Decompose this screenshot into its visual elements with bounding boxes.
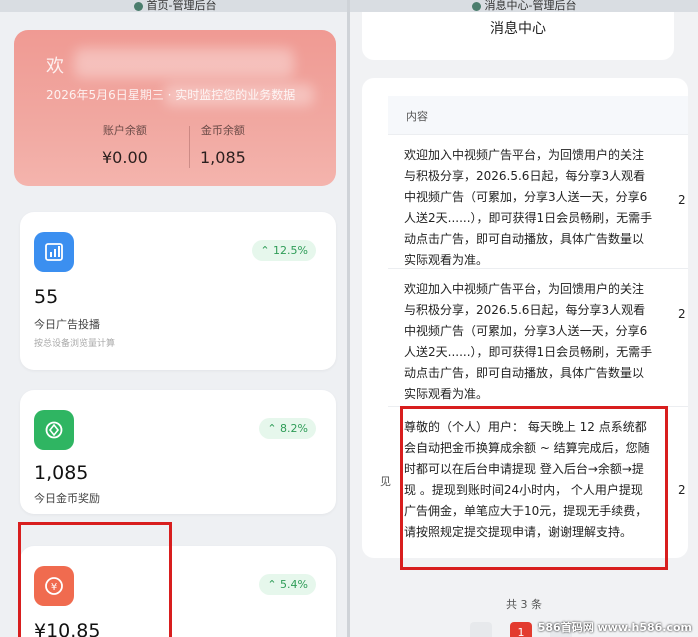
prev-page-button[interactable] bbox=[470, 622, 492, 637]
column-content: 内容 bbox=[406, 110, 428, 123]
highlight-box bbox=[400, 406, 668, 570]
message-center-panel: 消息中心 消息中心-管理后台 内容 欢迎加入中视频广告平台，为回馈用户的关注与积… bbox=[350, 0, 698, 637]
account-balance-label: 账户余额 bbox=[102, 124, 147, 137]
stat-divider bbox=[189, 126, 190, 168]
dashboard-panel: 首页-管理后台 欢 2026年5月6日星期三 · 实时监控您的业务数据 账户余额… bbox=[0, 0, 350, 637]
window-title: 消息中心-管理后台 bbox=[484, 0, 577, 12]
row-number: 2 bbox=[678, 307, 686, 321]
window-title: 首页-管理后台 bbox=[146, 0, 217, 12]
change-value: 5.4% bbox=[280, 578, 308, 591]
coin-balance-value: 1,085 bbox=[200, 148, 246, 167]
lock-icon bbox=[133, 1, 143, 11]
coin-balance-label: 金币余额 bbox=[200, 124, 245, 137]
row-number: 2 bbox=[678, 483, 686, 497]
account-balance-value: ¥0.00 bbox=[102, 148, 148, 167]
highlight-box bbox=[18, 522, 172, 637]
change-badge: ⌃ 8.2% bbox=[259, 418, 316, 439]
row-number: 2 bbox=[678, 193, 686, 207]
ad-plays-value: 55 bbox=[34, 286, 59, 308]
table-row[interactable]: 欢迎加入中视频广告平台，为回馈用户的关注与积极分享，2026.5.6日起，每分享… bbox=[388, 268, 688, 407]
ad-plays-subcaption: 按总设备浏览量计算 bbox=[34, 339, 116, 349]
bar-chart-icon bbox=[34, 232, 74, 272]
ad-plays-caption: 今日广告投播 bbox=[34, 318, 100, 331]
ad-plays-card[interactable]: ⌃ 12.5% 55 今日广告投播 按总设备浏览量计算 bbox=[20, 212, 336, 370]
change-value: 12.5% bbox=[273, 244, 308, 257]
coin-target-icon bbox=[34, 410, 74, 450]
change-value: 8.2% bbox=[280, 422, 308, 435]
account-balance-stat: 账户余额 ¥0.00 bbox=[102, 122, 148, 167]
coin-balance-stat: 金币余额 1,085 bbox=[200, 122, 246, 167]
row-edge-text: 见 bbox=[380, 475, 391, 488]
total-count: 共 3 条 bbox=[506, 598, 542, 611]
window-titlebar: 首页-管理后台 bbox=[0, 0, 350, 12]
table-row[interactable]: 欢迎加入中视频广告平台，为回馈用户的关注与积极分享，2026.5.6日起，每分享… bbox=[388, 134, 688, 269]
greeting-text: 欢 bbox=[46, 56, 64, 77]
message-content: 欢迎加入中视频广告平台，为回馈用户的关注与积极分享，2026.5.6日起，每分享… bbox=[404, 148, 653, 267]
coin-reward-value: 1,085 bbox=[34, 462, 89, 484]
change-badge: ⌃ 5.4% bbox=[259, 574, 316, 595]
page-1-button[interactable]: 1 bbox=[510, 622, 532, 637]
message-content: 欢迎加入中视频广告平台，为回馈用户的关注与积极分享，2026.5.6日起，每分享… bbox=[404, 282, 653, 401]
watermark: 586首码网 www.h586.com bbox=[537, 621, 692, 634]
message-center-title: 消息中心 bbox=[490, 21, 546, 37]
change-badge: ⌃ 12.5% bbox=[252, 240, 316, 261]
lock-icon bbox=[471, 1, 481, 11]
window-titlebar: 消息中心-管理后台 bbox=[350, 0, 698, 12]
coin-reward-caption: 今日金币奖励 bbox=[34, 492, 100, 505]
welcome-banner: 欢 2026年5月6日星期三 · 实时监控您的业务数据 账户余额 ¥0.00 金… bbox=[14, 30, 336, 186]
table-header: 内容 bbox=[388, 96, 688, 134]
coin-reward-card[interactable]: ⌃ 8.2% 1,085 今日金币奖励 bbox=[20, 390, 336, 514]
